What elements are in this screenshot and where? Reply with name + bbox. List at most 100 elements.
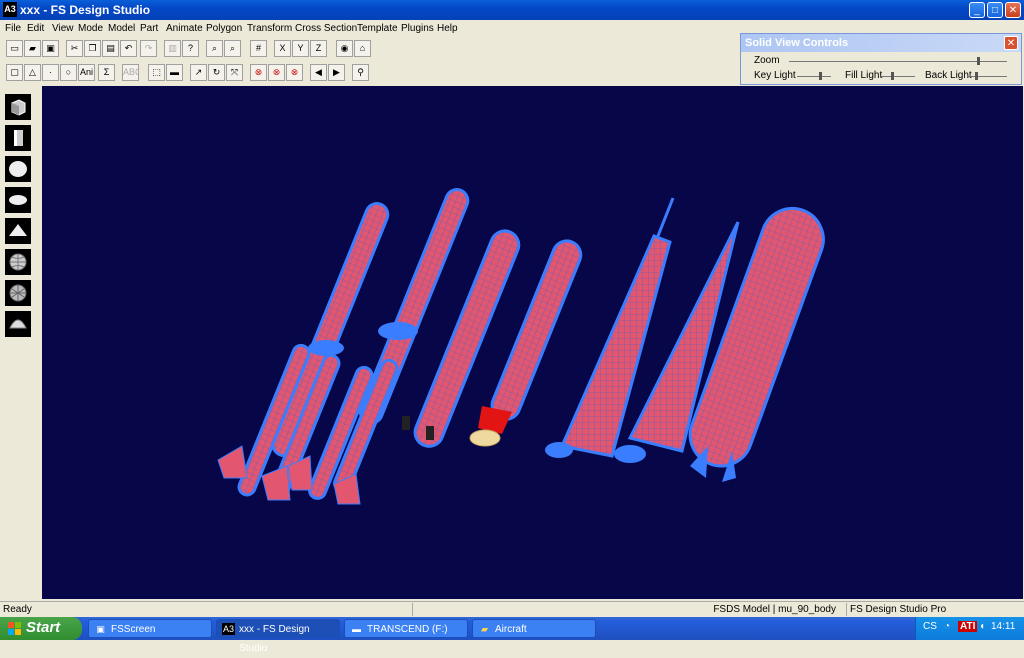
model-render	[217, 188, 825, 505]
status-app: FS Design Studio Pro	[846, 603, 1024, 616]
back-light-label: Back Light	[925, 70, 972, 81]
primitive-sphere-detailed-button[interactable]	[5, 280, 31, 306]
primitive-globe-button[interactable]	[5, 249, 31, 275]
grid-icon[interactable]: #	[250, 40, 267, 57]
maximize-button[interactable]: □	[987, 2, 1003, 18]
new-icon[interactable]: ▭	[6, 40, 23, 57]
volume-icon[interactable]: ◖	[979, 621, 985, 632]
taskbar: Start ▣ FSScreen A3 xxx - FS Design Stud…	[0, 617, 1024, 654]
taskbar-item-aircraft[interactable]: ▰ Aircraft	[472, 619, 596, 638]
primitive-dome-button[interactable]	[5, 311, 31, 337]
menu-animate[interactable]: Animate	[166, 23, 203, 34]
menu-edit[interactable]: Edit	[27, 23, 44, 34]
back-light-slider-thumb[interactable]	[975, 72, 978, 80]
taskbar-item-transcend[interactable]: ▬ TRANSCEND (F:)	[344, 619, 468, 638]
menu-file[interactable]: File	[5, 23, 21, 34]
stop-alt-icon[interactable]: ⊗	[268, 64, 285, 81]
view-icon[interactable]: ◉	[336, 40, 353, 57]
zoom-label: Zoom	[754, 55, 780, 66]
home-icon[interactable]: ⌂	[354, 40, 371, 57]
key-light-slider-thumb[interactable]	[819, 72, 822, 80]
start-button[interactable]: Start	[0, 617, 82, 640]
zoom-out-icon[interactable]: ⌕	[224, 40, 241, 57]
primitive-disc-button[interactable]	[5, 187, 31, 213]
language-indicator[interactable]: CS	[923, 621, 937, 632]
menu-part[interactable]: Part	[140, 23, 158, 34]
menu-transform[interactable]: Transform	[247, 23, 292, 34]
primitive-cylinder-button[interactable]	[5, 125, 31, 151]
task-label: xxx - FS Design Studio	[239, 624, 310, 654]
menu-template[interactable]: Template	[357, 23, 398, 34]
axis-z-icon[interactable]: Z	[310, 40, 327, 57]
scale-icon[interactable]: ⤧	[226, 64, 243, 81]
sphere-icon	[9, 161, 27, 177]
status-model: FSDS Model | mu_90_body	[412, 603, 842, 616]
prev-icon[interactable]: ◀	[310, 64, 327, 81]
ati-icon[interactable]: ATI	[958, 621, 978, 632]
paste-icon[interactable]: ▤	[102, 40, 119, 57]
open-icon[interactable]: ▰	[24, 40, 41, 57]
text-icon[interactable]: ABC	[122, 64, 139, 81]
primitive-sphere-button[interactable]	[5, 156, 31, 182]
menu-model[interactable]: Model	[108, 23, 135, 34]
ruler-icon[interactable]: ▬	[166, 64, 183, 81]
circle-icon[interactable]: ○	[60, 64, 77, 81]
menu-cross-section[interactable]: Cross Section	[295, 23, 357, 34]
save-icon[interactable]: ▣	[42, 40, 59, 57]
rocket-model-1[interactable]	[217, 200, 391, 501]
help-icon[interactable]: ?	[182, 40, 199, 57]
title-bar[interactable]: A3 xxx - FS Design Studio _ □ ✕	[0, 0, 1024, 20]
minimize-button[interactable]: _	[969, 2, 985, 18]
print-icon[interactable]: ▥	[164, 40, 181, 57]
task-label: TRANSCEND (F:)	[367, 624, 448, 635]
clock[interactable]: 14:11	[991, 621, 1015, 632]
sphere-detailed-icon	[9, 284, 27, 302]
triangle-icon[interactable]: △	[24, 64, 41, 81]
close-button[interactable]: ✕	[1005, 2, 1021, 18]
solid-view-controls-titlebar[interactable]: Solid View Controls ✕	[741, 34, 1021, 52]
cut-icon[interactable]: ✂	[66, 40, 83, 57]
stop-icon[interactable]: ⊗	[250, 64, 267, 81]
status-ready: Ready	[3, 604, 32, 615]
taskbar-item-fs-design-studio[interactable]: A3 xxx - FS Design Studio	[216, 619, 340, 654]
redo-icon[interactable]: ↷	[140, 40, 157, 57]
globe-icon	[9, 253, 27, 271]
close-icon[interactable]: ✕	[1004, 36, 1018, 50]
next-icon[interactable]: ▶	[328, 64, 345, 81]
axis-y-icon[interactable]: Y	[292, 40, 309, 57]
3d-viewport[interactable]	[42, 86, 1023, 599]
axis-x-icon[interactable]: X	[274, 40, 291, 57]
move-icon[interactable]: ↗	[190, 64, 207, 81]
zoom-in-icon[interactable]: ⌕	[206, 40, 223, 57]
zoom-slider-thumb[interactable]	[977, 57, 980, 65]
fill-light-slider[interactable]	[881, 76, 915, 77]
solid-view-controls-title: Solid View Controls	[745, 37, 849, 49]
key-light-slider[interactable]	[797, 76, 831, 77]
menu-help[interactable]: Help	[437, 23, 458, 34]
primitive-cube-button[interactable]	[5, 94, 31, 120]
marquee-icon[interactable]: ⬚	[148, 64, 165, 81]
point-icon[interactable]: ·	[42, 64, 59, 81]
task-label: Aircraft	[495, 624, 527, 635]
taskbar-item-fsscreen[interactable]: ▣ FSScreen	[88, 619, 212, 638]
animate-icon[interactable]: Ani	[78, 64, 95, 81]
window-title: xxx - FS Design Studio	[20, 3, 151, 17]
binoculars-icon[interactable]: ⚲	[352, 64, 369, 81]
menu-polygon[interactable]: Polygon	[206, 23, 242, 34]
stop-all-icon[interactable]: ⊗	[286, 64, 303, 81]
select-icon[interactable]: ▢	[6, 64, 23, 81]
sum-icon[interactable]: Σ	[98, 64, 115, 81]
menu-plugins[interactable]: Plugins	[401, 23, 434, 34]
menu-mode[interactable]: Mode	[78, 23, 103, 34]
primitive-cone-button[interactable]	[5, 218, 31, 244]
zoom-slider[interactable]	[789, 61, 1007, 62]
menu-view[interactable]: View	[52, 23, 74, 34]
status-bar: Ready FSDS Model | mu_90_body FS Design …	[0, 601, 1024, 617]
network-icon[interactable]: ◔	[944, 621, 950, 632]
fill-light-slider-thumb[interactable]	[891, 72, 894, 80]
rotate-icon[interactable]: ↻	[208, 64, 225, 81]
app-icon: A3	[3, 2, 17, 17]
copy-icon[interactable]: ❐	[84, 40, 101, 57]
undo-icon[interactable]: ↶	[120, 40, 137, 57]
back-light-slider[interactable]	[967, 76, 1007, 77]
